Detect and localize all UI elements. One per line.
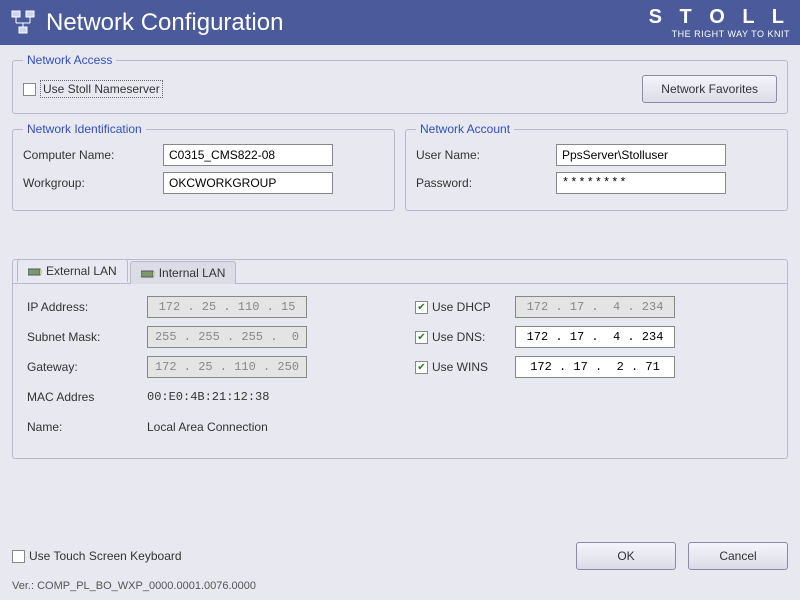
gateway-label: Gateway: [27,360,147,374]
dns-ip-input[interactable] [515,326,675,348]
brand-tagline: THE RIGHT WAY TO KNIT [649,29,790,39]
brand: S T O L L THE RIGHT WAY TO KNIT [649,6,790,39]
network-identification-legend: Network Identification [23,122,146,136]
ok-button[interactable]: OK [576,542,676,570]
tab-internal-label: Internal LAN [159,266,226,280]
checkbox-checked-icon: ✔ [415,301,428,314]
checkbox-checked-icon: ✔ [415,361,428,374]
wins-ip-input[interactable] [515,356,675,378]
tab-body-external: IP Address: Subnet Mask: Gateway: MAC Ad… [13,283,787,458]
subnet-mask-label: Subnet Mask: [27,330,147,344]
workgroup-input[interactable] [163,172,333,194]
network-config-icon [10,9,38,37]
ip-address-label: IP Address: [27,300,147,314]
computer-name-label: Computer Name: [23,148,163,162]
user-name-input[interactable] [556,144,726,166]
use-wins-checkbox[interactable]: ✔ Use WINS [415,360,515,374]
checkbox-checked-icon: ✔ [415,331,428,344]
use-dhcp-checkbox[interactable]: ✔ Use DHCP [415,300,515,314]
nic-icon [141,268,155,278]
titlebar: Network Configuration S T O L L THE RIGH… [0,0,800,45]
checkbox-icon [12,550,25,563]
password-label: Password: [416,176,556,190]
subnet-mask-input [147,326,307,348]
network-identification-group: Network Identification Computer Name: Wo… [12,122,395,211]
computer-name-input[interactable] [163,144,333,166]
tab-external-lan[interactable]: External LAN [17,259,128,282]
network-access-legend: Network Access [23,53,116,67]
use-stoll-nameserver-checkbox[interactable]: Use Stoll Nameserver [23,80,163,98]
tab-external-label: External LAN [46,264,117,278]
password-input[interactable] [556,172,726,194]
cancel-button[interactable]: Cancel [688,542,788,570]
checkbox-icon [23,83,36,96]
connection-name-value: Local Area Connection [147,420,268,434]
ip-address-input [147,296,307,318]
tab-internal-lan[interactable]: Internal LAN [130,261,237,284]
mac-address-value: 00:E0:4B:21:12:38 [147,390,269,404]
nic-icon [28,266,42,276]
workgroup-label: Workgroup: [23,176,163,190]
touch-keyboard-label: Use Touch Screen Keyboard [29,549,182,563]
use-dns-label: Use DNS: [432,330,485,344]
use-dns-checkbox[interactable]: ✔ Use DNS: [415,330,515,344]
mac-address-label: MAC Addres [27,390,147,404]
page-title: Network Configuration [46,9,649,37]
use-wins-label: Use WINS [432,360,488,374]
network-account-legend: Network Account [416,122,514,136]
touch-keyboard-checkbox[interactable]: Use Touch Screen Keyboard [12,549,182,563]
lan-tabs: External LAN Internal LAN IP Address: Su… [12,259,788,459]
dhcp-ip-input [515,296,675,318]
network-access-group: Network Access Use Stoll Nameserver Netw… [12,53,788,114]
network-account-group: Network Account User Name: Password: [405,122,788,211]
connection-name-label: Name: [27,420,147,434]
use-stoll-nameserver-label: Use Stoll Nameserver [40,80,163,98]
gateway-input [147,356,307,378]
user-name-label: User Name: [416,148,556,162]
brand-name: S T O L L [649,6,790,29]
use-dhcp-label: Use DHCP [432,300,491,314]
network-favorites-button[interactable]: Network Favorites [642,75,777,103]
version-label: Ver.: COMP_PL_BO_WXP_0000.0001.0076.0000 [12,580,788,592]
